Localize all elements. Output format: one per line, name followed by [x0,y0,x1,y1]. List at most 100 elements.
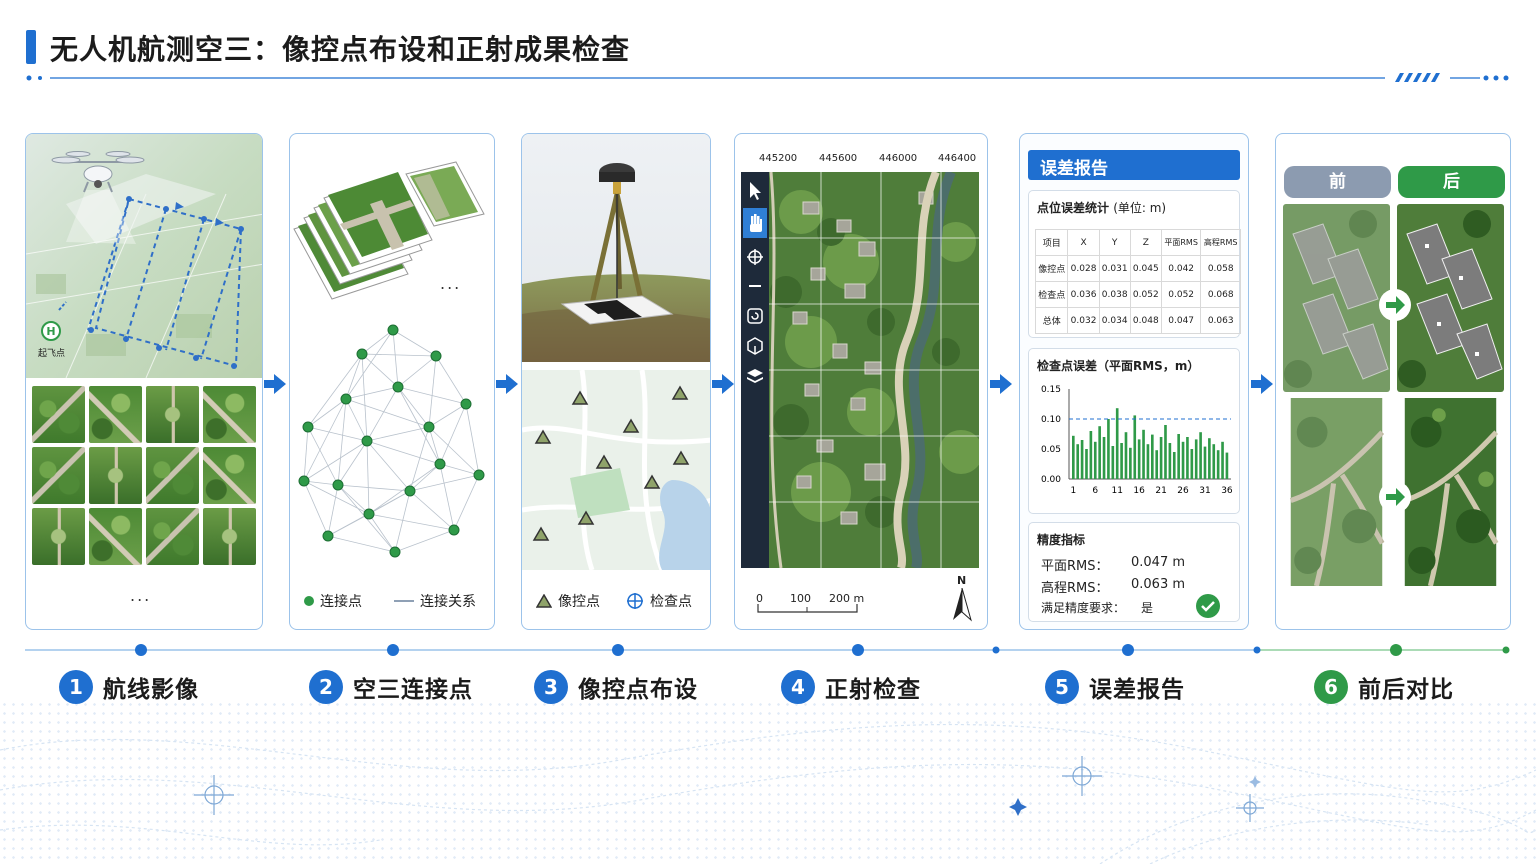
legend-tie-point-label: 连接点 [320,594,362,610]
aerial-image-thumb[interactable] [32,447,85,504]
table-cell: 0.068 [1200,281,1241,308]
north-label: N [957,574,967,587]
table-cell: 0.028 [1067,255,1100,282]
aerial-image-thumb[interactable] [32,386,85,443]
legend-tie-relation-label: 连接关系 [420,594,476,610]
legend-checkpoint-label: 检查点 [650,594,692,610]
gnss-tripod-photo [522,134,710,362]
error-bar [1186,437,1189,479]
checkpoint-crosshair-icon [627,593,643,609]
table-cell: 平面RMS [1160,229,1202,256]
error-bar [1111,446,1115,479]
meets-accuracy-label: 满足精度要求： [1041,601,1126,615]
table-cell: 高程RMS [1200,229,1241,256]
x-tick-label: 6 [1092,486,1098,496]
legend-tie-point: 连接点 [304,591,362,611]
takeoff-label: 起飞点 [38,349,66,359]
table-cell: 0.036 [1067,281,1100,308]
error-bar [1190,449,1194,479]
error-bar [1137,439,1141,479]
error-stats-title-text: 点位误差统计 [1037,201,1110,215]
north-arrow-icon [953,588,972,622]
tie-point [298,475,310,487]
aerial-image-thumb[interactable] [89,447,142,504]
flow-arrow-icon [264,374,286,394]
check-circle-icon [1196,594,1220,618]
table-cell: 0.032 [1067,307,1100,334]
aerial-image-thumb[interactable] [89,386,142,443]
after-tab[interactable]: 后 [1398,166,1505,198]
checkpoint-error-panel: 检查点误差（平面RMS，m） 0.00 0.05 0.10 0.15 1 6 11 16 21 2… [1028,348,1240,514]
step-5: 5 误差报告 [1045,670,1185,704]
error-bar [1085,449,1088,479]
y-tick-label: 0.05 [1041,445,1061,455]
aerial-image-grid [32,386,258,565]
table-cell: 0.052 [1160,281,1202,308]
tie-point [363,508,375,520]
step-number: 1 [59,670,93,704]
aerial-image-thumb[interactable] [146,508,199,565]
step-number: 5 [1045,670,1079,704]
error-bar [1225,452,1229,479]
aerial-image-thumb[interactable] [32,508,85,565]
error-bar [1120,443,1123,479]
x-tick-label: 1 [1070,486,1076,496]
green-dot-icon [304,596,314,606]
tie-point [387,324,399,336]
before-image-top[interactable] [1283,204,1390,392]
tie-point [460,398,472,410]
table-row: 总体 0.032 0.034 0.048 0.047 0.063 [1034,307,1241,334]
scale-bar [757,604,858,613]
error-bar [1072,435,1075,479]
before-image-bottom[interactable] [1283,398,1390,586]
after-image-top[interactable] [1397,204,1504,392]
aerial-image-thumb[interactable] [203,508,256,565]
card-gcp-layout: 像控点 检查点 [521,133,711,630]
error-bar [1093,441,1097,479]
step-number: 3 [534,670,568,704]
error-bar [1199,432,1202,479]
card-before-after: 前 后 [1275,133,1511,630]
flow-arrow-icon [1251,374,1273,394]
tie-point [356,348,368,360]
step-label: 正射检查 [825,677,921,703]
tie-point [473,469,485,481]
aerial-image-thumb[interactable] [146,386,199,443]
error-bar [1212,444,1216,479]
error-bar [1142,429,1145,479]
tie-point [340,393,352,405]
table-cell: 0.031 [1098,255,1131,282]
aerial-image-thumb[interactable] [203,447,256,504]
table-cell: 0.058 [1200,255,1241,282]
accuracy-panel: 精度指标 平面RMS： 0.047 m 高程RMS： 0.063 m 满足精度要… [1028,522,1240,622]
table-cell: 0.038 [1098,281,1131,308]
aerial-image-thumb[interactable] [89,508,142,565]
legend-gcp: 像控点 [536,591,600,611]
tie-point [302,421,314,433]
aerial-image-thumb[interactable] [203,386,256,443]
report-header: 误差报告 [1028,150,1240,180]
step-number: 2 [309,670,343,704]
table-cell: 0.047 [1160,307,1202,334]
tie-point [430,350,442,362]
orthophoto-map[interactable] [741,172,979,568]
tie-point [361,435,373,447]
aerial-image-thumb[interactable] [146,447,199,504]
error-bar [1076,444,1080,479]
step-6: 6 前后对比 [1314,670,1454,704]
error-bar [1168,443,1172,479]
card-ortho-check: 445200 445600 446000 446400 0 100 200 m … [734,133,988,630]
rotate-icon [747,308,763,324]
x-tick-label: 26 [1177,486,1189,496]
easting-label: 445200 [759,153,798,164]
error-bar [1194,439,1198,479]
table-row: 像控点 0.028 0.031 0.045 0.042 0.058 [1034,255,1241,282]
error-bar [1129,447,1132,479]
table-cell: 总体 [1034,307,1069,334]
error-bar [1216,450,1220,479]
before-tab[interactable]: 前 [1284,166,1391,198]
y-tick-label: 0.10 [1041,415,1061,425]
card-tie-points: ... 连接点 连接关系 [289,133,495,630]
after-image-bottom[interactable] [1397,398,1504,586]
planar-rms-label: 平面RMS： [1041,559,1109,574]
